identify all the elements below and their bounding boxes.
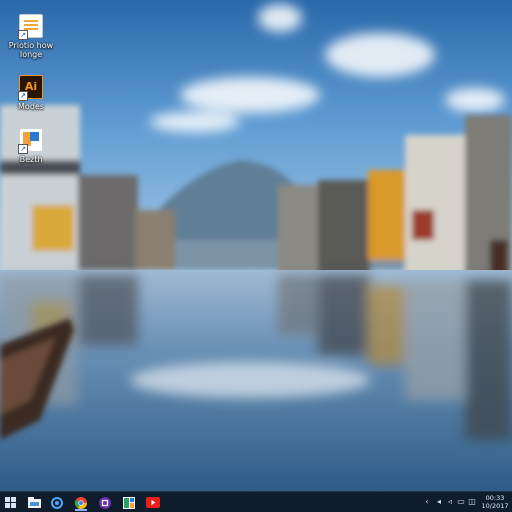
desktop-icon-bezth[interactable]: ↗ Bezth [6,128,56,164]
network-icon[interactable]: ◂ [434,496,444,508]
tiles-app-icon [123,496,135,509]
volume-icon[interactable]: ◃ [445,496,455,508]
shortcut-arrow-icon: ↗ [18,91,28,101]
taskbar-file-explorer[interactable] [25,494,43,511]
file-explorer-icon [27,497,41,508]
desktop[interactable]: ↗ Priotio how Ionge Ai ↗ Modes ↗ Bezth ‹… [0,0,512,512]
document-icon: ↗ [18,14,43,40]
desktop-icon-label: Modes [18,102,44,111]
shortcut-arrow-icon: ↗ [18,144,28,154]
notification-icon[interactable]: ▭ [456,496,466,508]
label-line-2: Ionge [19,50,43,59]
taskbar-youtube[interactable] [144,494,162,511]
clock-time: 00:33 [485,494,505,502]
chevron-up-icon[interactable]: ‹ [422,496,432,508]
taskbar-chrome[interactable] [72,494,90,511]
taskbar-tiles-app[interactable] [120,494,138,511]
taskbar-clock[interactable]: 00:33 10/2017 [481,494,509,510]
illustrator-icon: Ai ↗ [18,75,43,101]
desktop-icon-label: Bezth [19,155,43,164]
clock-date: 10/2017 [481,502,509,510]
windows-start-icon [4,497,16,508]
youtube-icon [146,497,160,508]
desktop-icon-label: Priotio how Ionge [6,41,56,59]
shortcut-arrow-icon: ↗ [18,30,28,40]
desktop-icon-priotio[interactable]: ↗ Priotio how Ionge [6,14,56,59]
taskbar: ‹ ◂ ◃ ▭ ◫ 00:33 10/2017 [0,491,512,512]
taskbar-purple-app[interactable] [96,494,114,511]
app-tile-icon: ↗ [18,128,43,154]
action-center-icon[interactable]: ◫ [467,496,477,508]
taskbar-search[interactable] [48,494,66,511]
wallpaper-image [0,0,512,491]
label-line-1: Priotio how [8,41,54,50]
desktop-icon-modes[interactable]: Ai ↗ Modes [6,75,56,111]
purple-app-icon [99,496,111,509]
chrome-icon [75,496,87,509]
search-icon [51,496,63,509]
system-tray: ‹ ◂ ◃ ▭ ◫ 00:33 10/2017 [412,492,512,512]
start-button[interactable] [1,494,19,511]
